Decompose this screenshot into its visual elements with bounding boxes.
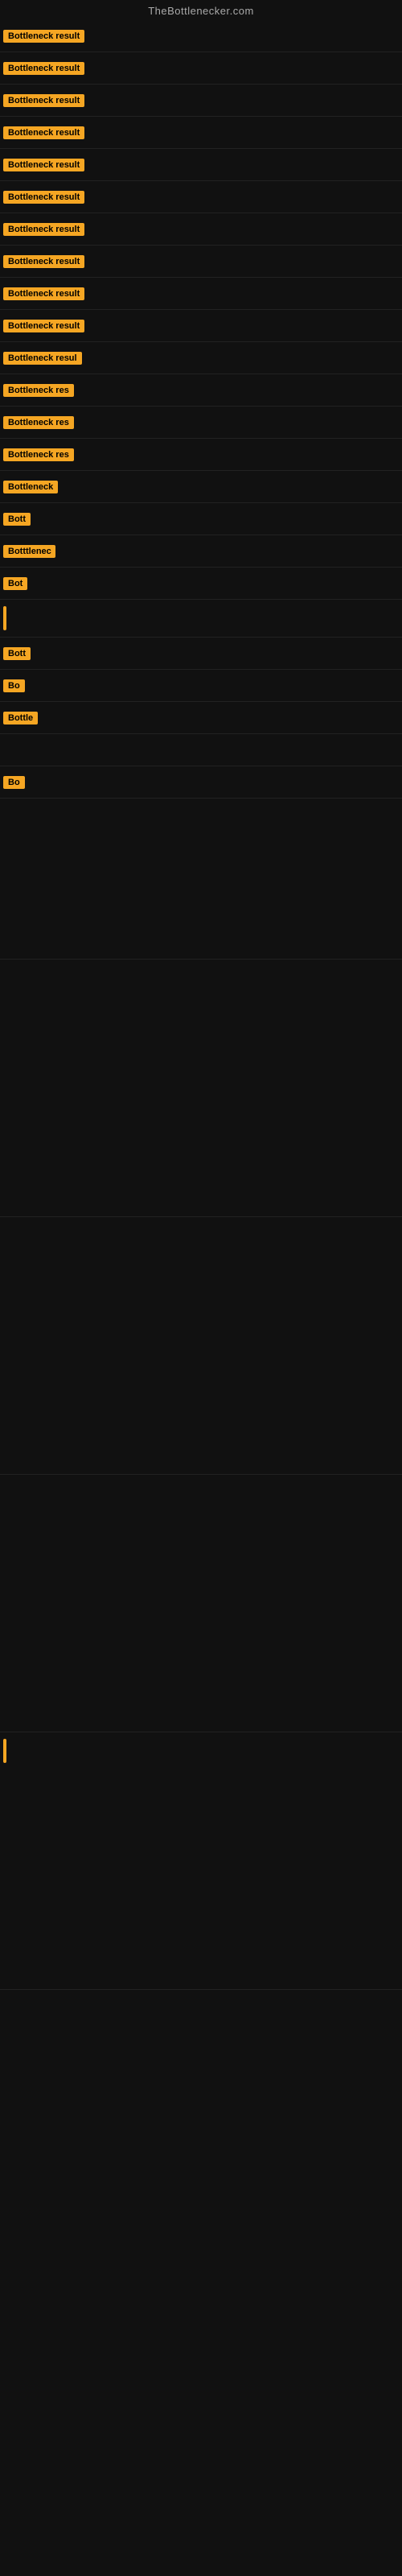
indicator-icon xyxy=(3,606,6,630)
bottleneck-badge: Botttlenec xyxy=(3,545,55,558)
list-item: Botttlenec xyxy=(0,535,402,568)
list-item: Bottleneck result xyxy=(0,213,402,246)
bottleneck-badge: Bottle xyxy=(3,712,38,724)
list-item: Bottleneck result xyxy=(0,310,402,342)
indicator-bottom xyxy=(3,1739,6,1763)
bottleneck-badge: Bott xyxy=(3,513,31,526)
bottleneck-badge: Bottleneck res xyxy=(3,416,74,429)
spacer-3 xyxy=(0,1217,402,1475)
spacer-1 xyxy=(0,799,402,960)
list-item: Bottleneck result xyxy=(0,278,402,310)
bottleneck-badge: Bottleneck result xyxy=(3,191,84,204)
list-item: Bottleneck res xyxy=(0,407,402,439)
bottleneck-badge: Bottleneck result xyxy=(3,255,84,268)
list-item xyxy=(0,734,402,766)
list-item: Bottleneck xyxy=(0,471,402,503)
list-item: Bottleneck result xyxy=(0,117,402,149)
list-item: Bottleneck result xyxy=(0,52,402,85)
bottleneck-badge: Bot xyxy=(3,577,27,590)
list-item: Bott xyxy=(0,638,402,670)
bottleneck-badge: Bottleneck res xyxy=(3,384,74,397)
bottleneck-badge: Bottleneck result xyxy=(3,30,84,43)
list-item: Bottleneck result xyxy=(0,85,402,117)
bottleneck-badge: Bo xyxy=(3,679,25,692)
list-item: Bo xyxy=(0,766,402,799)
bottleneck-badge: Bottleneck result xyxy=(3,223,84,236)
list-item: Bot xyxy=(0,568,402,600)
spacer-5 xyxy=(0,1732,402,1990)
list-item: Bottleneck result xyxy=(0,181,402,213)
list-item: Bo xyxy=(0,670,402,702)
bottleneck-badge: Bottleneck result xyxy=(3,126,84,139)
list-item xyxy=(0,600,402,638)
list-item: Bottleneck result xyxy=(0,20,402,52)
list-item: Bott xyxy=(0,503,402,535)
spacer-4 xyxy=(0,1475,402,1732)
bottleneck-badge: Bottleneck result xyxy=(3,62,84,75)
list-item: Bottle xyxy=(0,702,402,734)
bottleneck-badge: Bottleneck resul xyxy=(3,352,82,365)
bottleneck-badge: Bottleneck xyxy=(3,481,58,493)
list-item: Bottleneck result xyxy=(0,149,402,181)
bottleneck-badge: Bottleneck result xyxy=(3,320,84,332)
bottleneck-badge: Bottleneck result xyxy=(3,159,84,171)
list-item: Bottleneck res xyxy=(0,439,402,471)
site-title: TheBottlenecker.com xyxy=(0,0,402,20)
list-item: Bottleneck res xyxy=(0,374,402,407)
bottleneck-badge: Bo xyxy=(3,776,25,789)
bottleneck-badge: Bott xyxy=(3,647,31,660)
list-item: Bottleneck result xyxy=(0,246,402,278)
bottleneck-badge: Bottleneck result xyxy=(3,287,84,300)
spacer-2 xyxy=(0,960,402,1217)
bottleneck-badge: Bottleneck res xyxy=(3,448,74,461)
bottleneck-badge: Bottleneck result xyxy=(3,94,84,107)
list-item: Bottleneck resul xyxy=(0,342,402,374)
